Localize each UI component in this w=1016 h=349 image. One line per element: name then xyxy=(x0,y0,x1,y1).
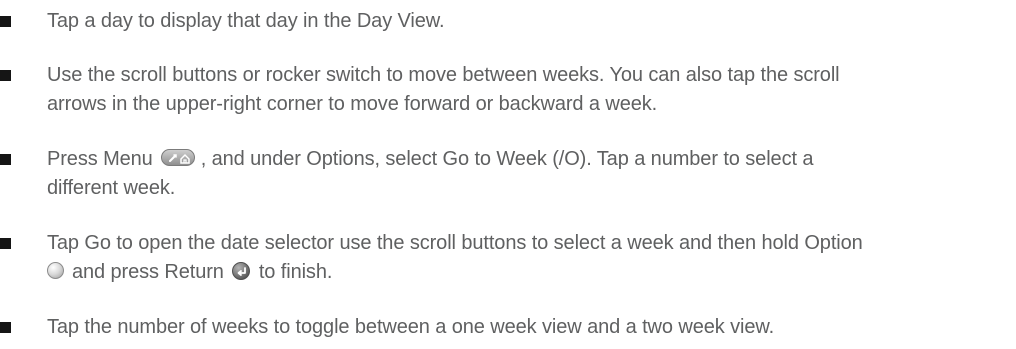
bullet-line: Use the scroll buttons or rocker switch … xyxy=(47,64,840,86)
menu-key-icon xyxy=(160,149,195,167)
bullet-line: Press Menu , and under Options, select G… xyxy=(47,145,1007,174)
finish-instruction: to finish. xyxy=(258,261,333,283)
bullet-line: arrows in the upper-right corner to move… xyxy=(47,93,658,115)
return-key-icon xyxy=(231,261,250,280)
bullet-text: Use the scroll buttons or rocker switch … xyxy=(47,61,1007,119)
bullet-text: Tap Go to open the date selector use the… xyxy=(47,229,1007,287)
bullet-line: and press Return to finish. xyxy=(47,258,1007,287)
bullet-line: Tap a day to display that day in the Day… xyxy=(47,10,445,32)
square-bullet-icon xyxy=(0,70,11,81)
square-bullet-icon xyxy=(0,238,11,249)
bullet-text: Tap the number of weeks to toggle betwee… xyxy=(47,313,1007,342)
square-bullet-icon xyxy=(0,322,11,333)
bullet-line: Tap the number of weeks to toggle betwee… xyxy=(47,316,775,338)
bullet-line: different week. xyxy=(47,177,176,199)
bullet-text: Press Menu , and under Options, select G… xyxy=(47,145,1007,203)
menu-instruction-start: Press Menu xyxy=(47,148,153,170)
bullet-line: Tap Go to open the date selector use the… xyxy=(47,232,863,254)
option-key-icon xyxy=(47,262,64,280)
menu-instruction-end: , and under Options, select Go to Week (… xyxy=(200,148,814,170)
square-bullet-icon xyxy=(0,154,11,165)
return-instruction: and press Return xyxy=(72,261,224,283)
bullet-text: Tap a day to display that day in the Day… xyxy=(47,7,1007,36)
square-bullet-icon xyxy=(0,16,11,27)
